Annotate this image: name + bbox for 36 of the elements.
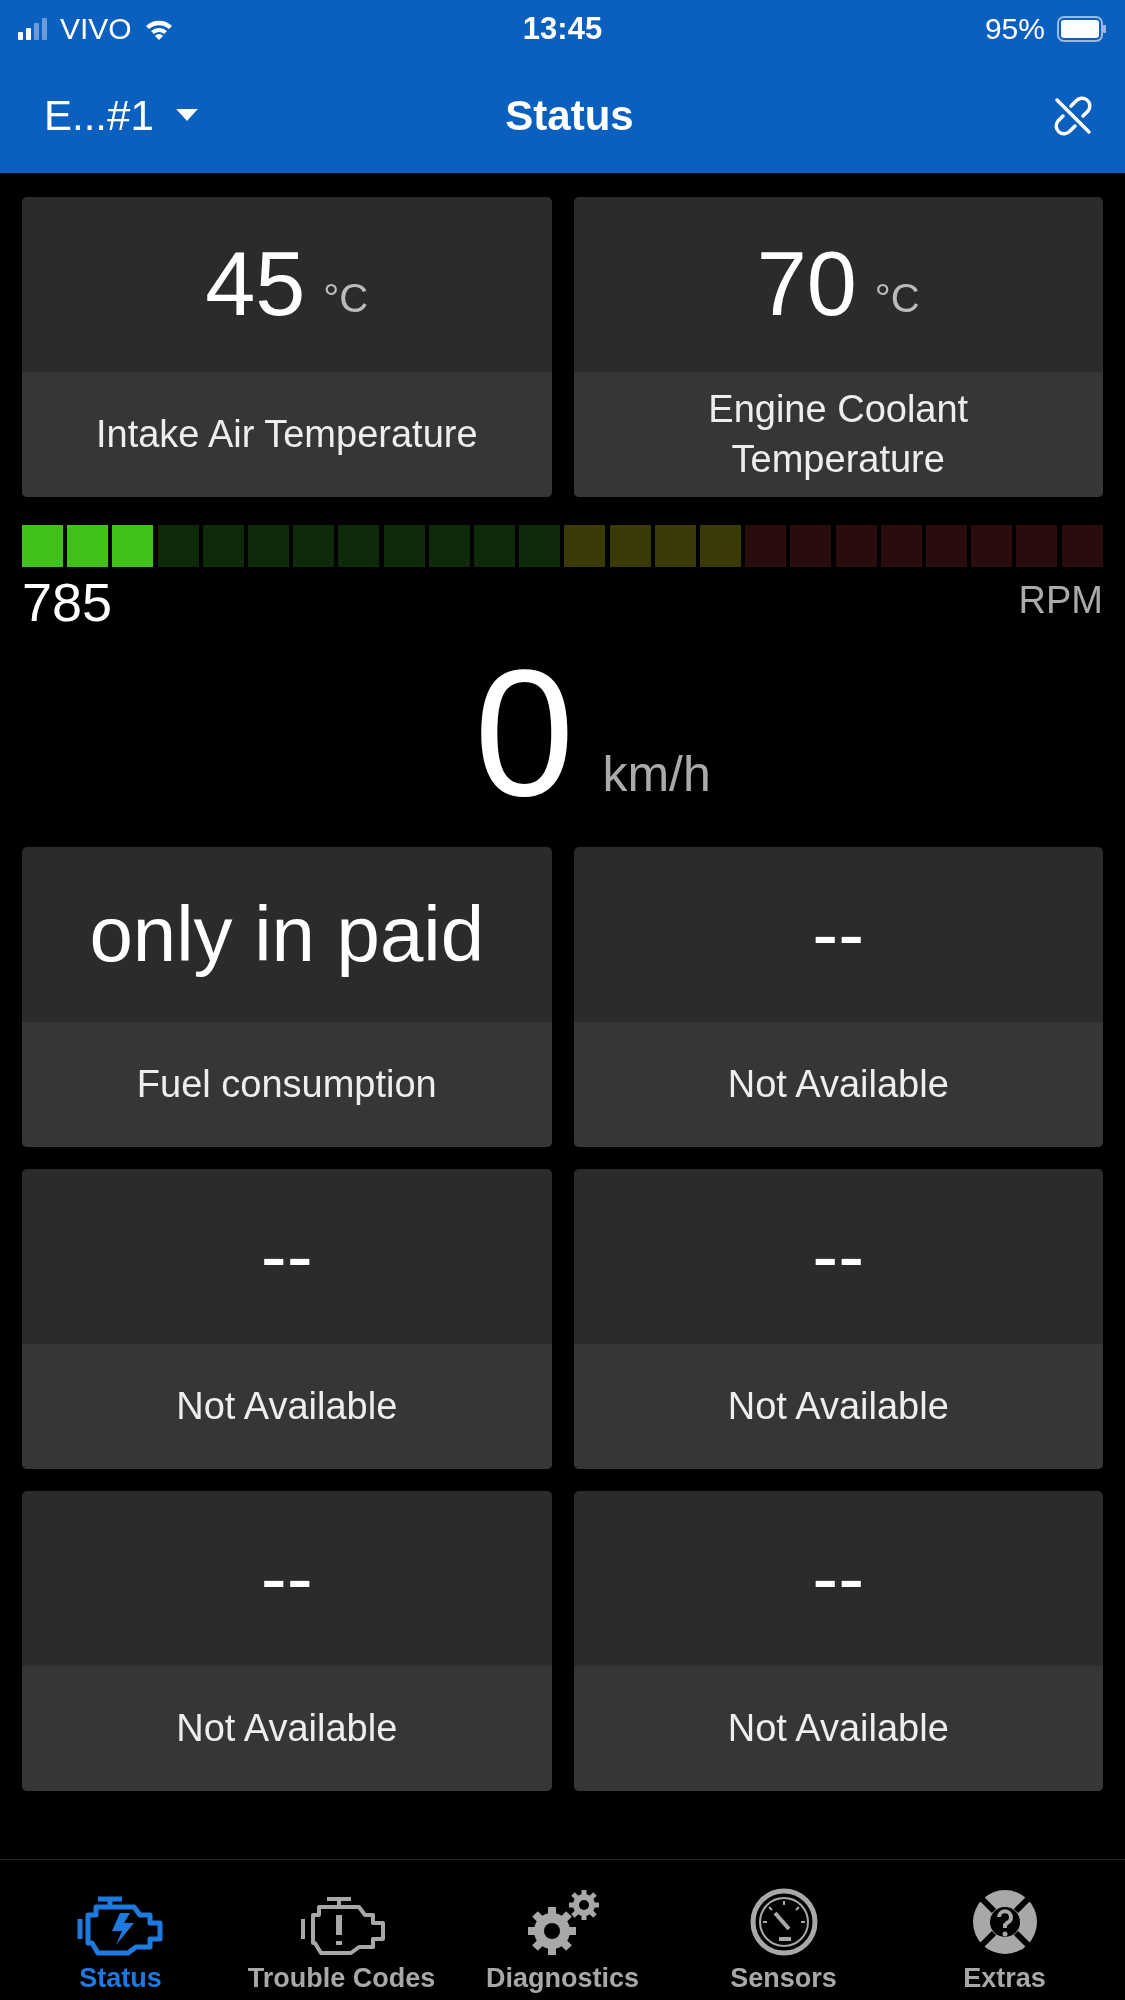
screen-title: Status bbox=[505, 91, 634, 140]
gauge-label: Not Available bbox=[176, 1383, 398, 1429]
vehicle-selector[interactable]: E...#1 bbox=[44, 91, 304, 140]
tab[interactable]: Trouble Codes bbox=[236, 1893, 447, 1994]
gauge-value: -- bbox=[812, 1211, 865, 1302]
gauge-label: Engine Coolant Temperature bbox=[707, 387, 970, 482]
gauge-icon bbox=[748, 1887, 819, 1957]
speed-unit: km/h bbox=[602, 745, 711, 803]
tab[interactable]: Extras bbox=[899, 1887, 1110, 1994]
gauge-label: Not Available bbox=[727, 1705, 949, 1751]
battery-percent: 95% bbox=[984, 12, 1045, 46]
battery-icon bbox=[1057, 16, 1107, 42]
tab[interactable]: Diagnostics bbox=[457, 1887, 668, 1994]
gauge-value: -- bbox=[812, 1533, 865, 1624]
carrier-name: VIVO bbox=[60, 12, 132, 46]
tab[interactable]: Status bbox=[15, 1893, 226, 1994]
gauge-unit: °C bbox=[874, 276, 920, 321]
tab[interactable]: Sensors bbox=[678, 1887, 889, 1994]
gauge-label: Not Available bbox=[727, 1061, 949, 1107]
gauge-value: -- bbox=[260, 1533, 313, 1624]
gauge-value: 70 bbox=[756, 233, 857, 336]
clock: 13:45 bbox=[522, 11, 603, 47]
gauge-value: -- bbox=[812, 889, 865, 980]
gauge-value: 45 bbox=[205, 233, 306, 336]
gauge-value: -- bbox=[260, 1211, 313, 1302]
gauge-label: Fuel consumption bbox=[136, 1061, 437, 1107]
speed-value: 0 bbox=[474, 643, 575, 823]
rpm-unit: RPM bbox=[1018, 579, 1103, 622]
signal-icon bbox=[18, 18, 48, 40]
gauge-unit: °C bbox=[323, 276, 369, 321]
caret-icon bbox=[175, 109, 198, 122]
rpm-reading: 785 bbox=[22, 571, 113, 633]
gauge-label: Intake Air Temperature bbox=[95, 411, 478, 457]
gauge-label: Not Available bbox=[176, 1705, 398, 1751]
gauge-value: only in paid bbox=[89, 889, 485, 980]
gauge-label: Not Available bbox=[727, 1383, 949, 1429]
